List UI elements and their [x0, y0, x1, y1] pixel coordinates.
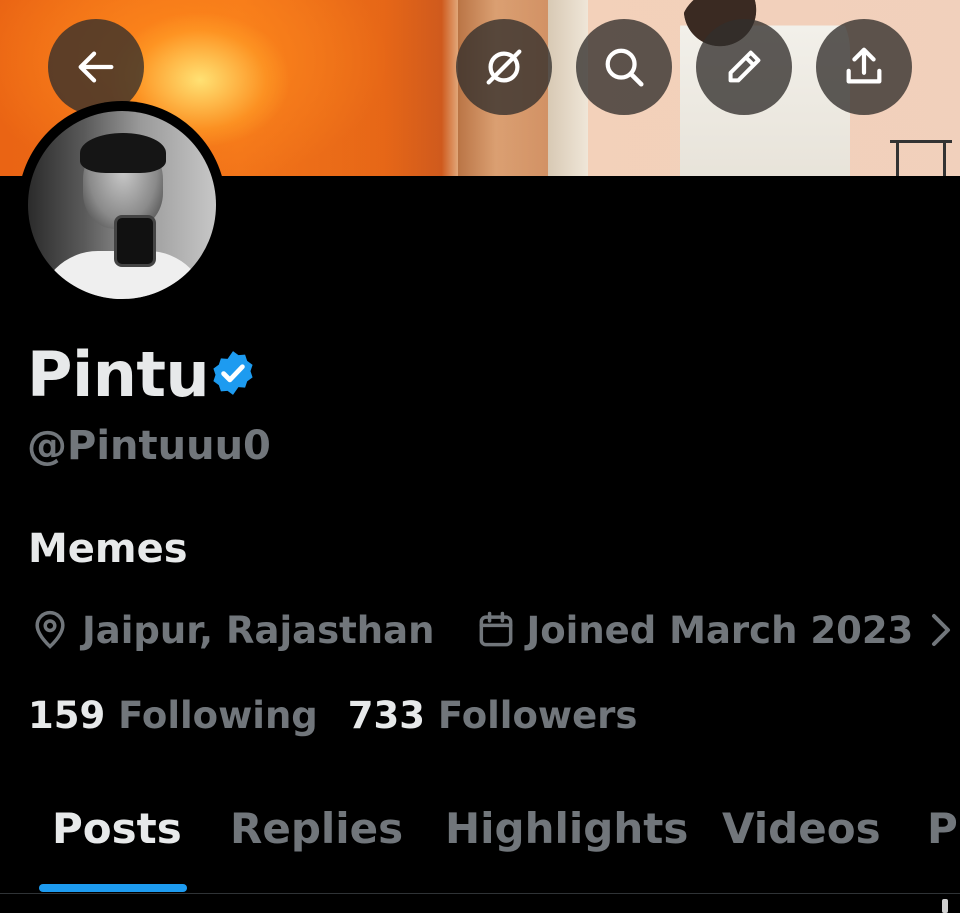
search-icon [605, 48, 644, 87]
banner-stand [890, 140, 952, 176]
tab-highlights[interactable]: Highlights [445, 793, 688, 893]
pencil-icon [728, 50, 761, 83]
calendar-icon [480, 611, 513, 647]
share-button[interactable] [816, 19, 912, 115]
arrow-left-icon [78, 51, 114, 83]
avatar-camera [114, 215, 156, 267]
upload-share-icon [846, 47, 882, 84]
follow-stats: 159 Following 733 Followers [28, 690, 637, 742]
display-name: Pintu [27, 338, 210, 411]
grok-button[interactable] [456, 19, 552, 115]
location-pin-icon [35, 610, 65, 649]
avatar-hair [80, 133, 166, 173]
location-text: Jaipur, Rajasthan [82, 608, 435, 652]
joined-text: Joined March 2023 [526, 608, 914, 652]
joined-date[interactable]: Joined March 2023 [474, 608, 953, 652]
grok-slash-icon [486, 49, 522, 85]
followers-count: 733 [347, 694, 426, 737]
edit-button[interactable] [696, 19, 792, 115]
tab-videos[interactable]: Videos [722, 793, 881, 893]
avatar[interactable] [28, 111, 216, 299]
tab-photos-partial[interactable]: Pl [927, 793, 960, 893]
tabs-divider [0, 893, 960, 894]
tab-replies[interactable]: Replies [230, 793, 403, 893]
profile-tabs: Posts Replies Highlights Videos Pl [0, 793, 960, 893]
profile-meta-row: Jaipur, Rajasthan Joined March 2023 [28, 604, 953, 656]
bio-text: Memes [28, 526, 188, 572]
following-label: Following [118, 694, 318, 737]
user-handle: @Pintuuu0 [27, 423, 271, 469]
followers-label: Followers [437, 694, 638, 737]
tab-posts[interactable]: Posts [52, 793, 182, 893]
followers-link[interactable]: 733 Followers [348, 694, 638, 737]
chevron-right-icon [932, 614, 951, 646]
scrollbar-thumb[interactable] [942, 899, 948, 913]
following-count: 159 [28, 694, 106, 737]
verified-badge-icon[interactable] [208, 348, 258, 398]
search-button[interactable] [576, 19, 672, 115]
active-tab-indicator [39, 884, 187, 892]
following-link[interactable]: 159 Following [28, 694, 318, 737]
